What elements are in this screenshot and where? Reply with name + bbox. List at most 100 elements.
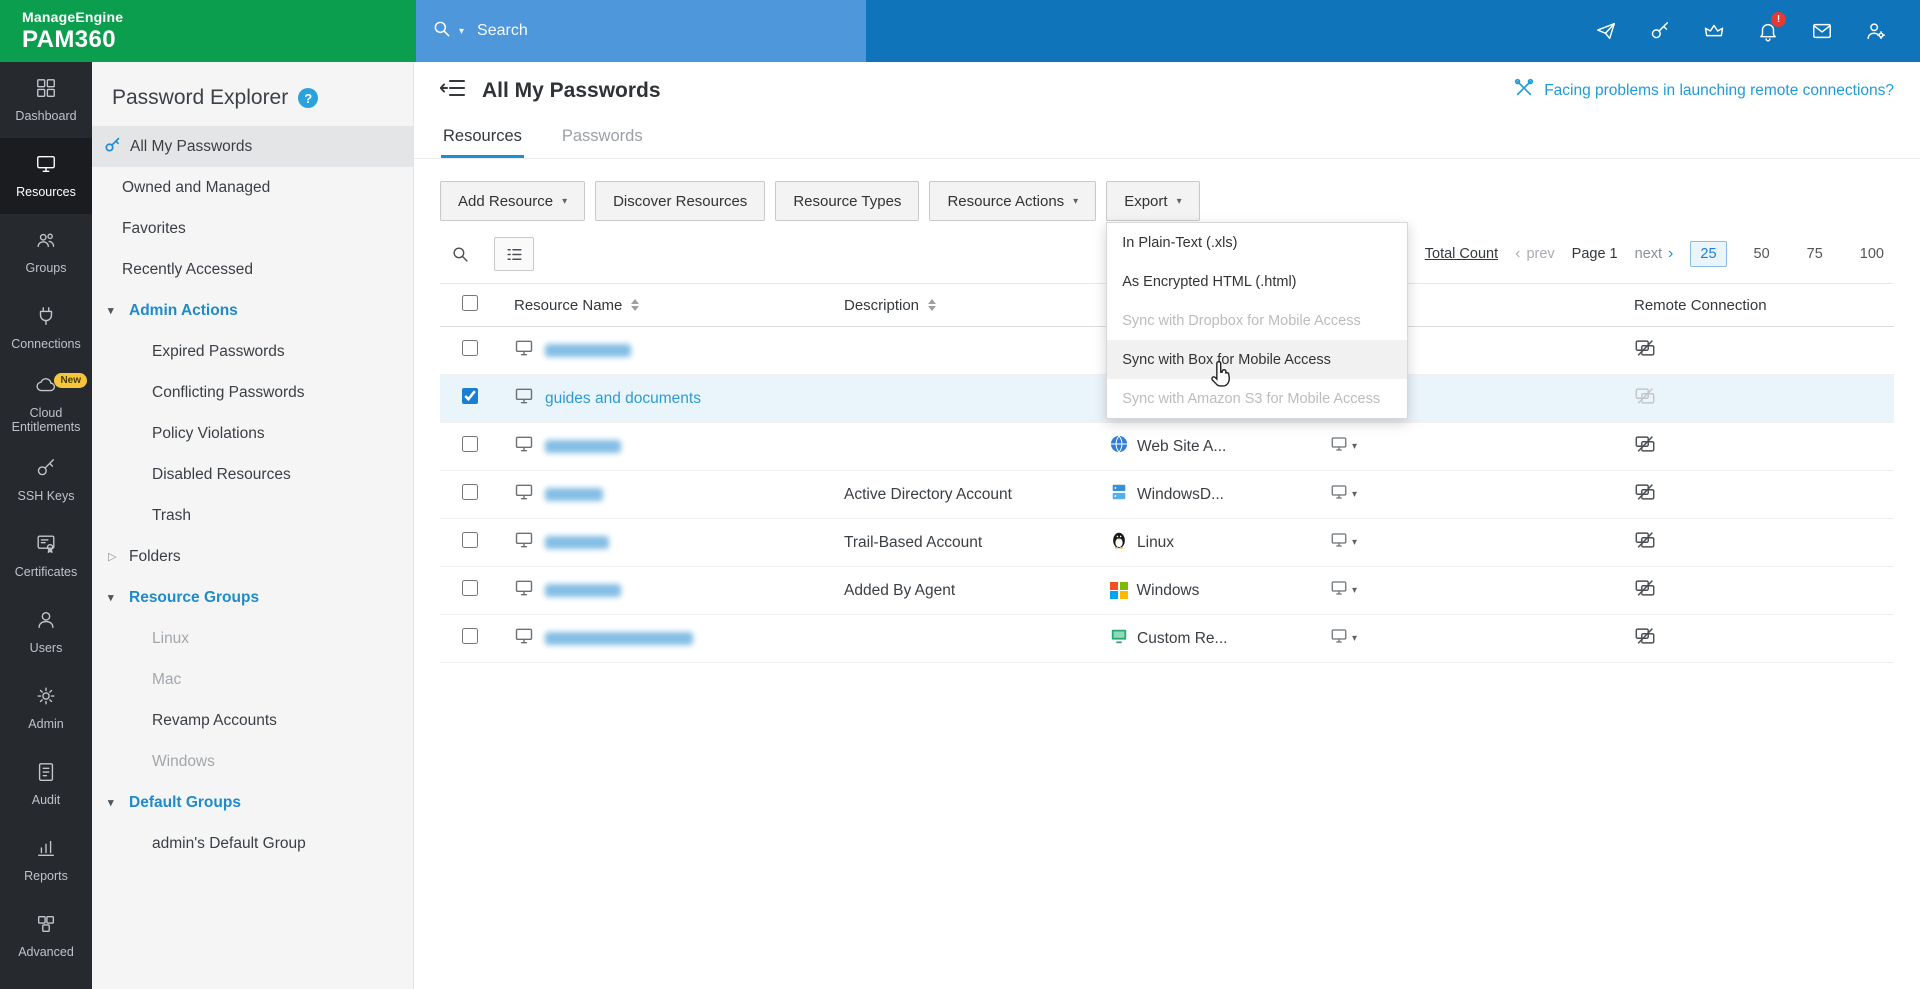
explorer-item-linux-group[interactable]: Linux xyxy=(92,618,413,659)
password-request-icon[interactable] xyxy=(1640,11,1680,51)
resource-name-redacted[interactable] xyxy=(545,344,631,357)
select-all-checkbox[interactable] xyxy=(462,295,478,311)
remote-connection-icon[interactable] xyxy=(1602,481,1894,508)
explorer-item-disabled-resources[interactable]: Disabled Resources xyxy=(92,454,413,495)
menu-item-sync-box[interactable]: Sync with Box for Mobile Access xyxy=(1107,340,1407,379)
explorer-item-windows-group[interactable]: Windows xyxy=(92,741,413,782)
explorer-item-owned-and-managed[interactable]: Owned and Managed xyxy=(92,167,413,208)
sidebar-item-certificates[interactable]: Certificates xyxy=(0,518,92,594)
notifications-bell-icon[interactable]: ! xyxy=(1748,11,1788,51)
menu-item-sync-amazon-s3[interactable]: Sync with Amazon S3 for Mobile Access xyxy=(1107,379,1407,418)
sidebar-item-groups[interactable]: Groups xyxy=(0,214,92,290)
sidebar-item-ssh-keys[interactable]: SSH Keys xyxy=(0,442,92,518)
total-count-link[interactable]: Total Count xyxy=(1425,246,1498,262)
column-header-description[interactable]: Description xyxy=(832,297,1102,314)
export-button[interactable]: Export ▾ xyxy=(1106,181,1199,221)
sidebar-item-dashboard[interactable]: Dashboard xyxy=(0,62,92,138)
quick-launch-icon[interactable] xyxy=(1586,11,1626,51)
row-checkbox[interactable] xyxy=(462,340,478,356)
resource-name-redacted[interactable] xyxy=(545,440,621,453)
menu-item-encrypted-html[interactable]: As Encrypted HTML (.html) xyxy=(1107,262,1407,301)
help-icon[interactable]: ? xyxy=(298,88,318,108)
sidebar-item-admin[interactable]: Admin xyxy=(0,670,92,746)
explorer-item-policy-violations[interactable]: Policy Violations xyxy=(92,413,413,454)
chevron-right-icon: › xyxy=(1668,245,1673,263)
resource-name-link[interactable]: guides and documents xyxy=(545,390,701,408)
remote-connection-icon[interactable] xyxy=(1602,625,1894,652)
search-scope-caret-icon[interactable]: ▾ xyxy=(459,26,464,37)
tab-passwords[interactable]: Passwords xyxy=(560,119,645,158)
explorer-item-revamp-accounts-group[interactable]: Revamp Accounts xyxy=(92,700,413,741)
accounts-dropdown[interactable]: ▾ xyxy=(1322,627,1602,650)
resource-name-redacted[interactable] xyxy=(545,536,609,549)
explorer-section-resource-groups[interactable]: ▾ Resource Groups xyxy=(92,577,413,618)
accounts-dropdown[interactable]: ▾ xyxy=(1322,579,1602,602)
row-checkbox[interactable] xyxy=(462,484,478,500)
table-search-button[interactable] xyxy=(440,237,480,271)
resource-actions-button[interactable]: Resource Actions ▾ xyxy=(929,181,1096,221)
page-size-100[interactable]: 100 xyxy=(1850,241,1894,267)
sidebar-item-users[interactable]: Users xyxy=(0,594,92,670)
explorer-section-admin-actions[interactable]: ▾ Admin Actions xyxy=(92,290,413,331)
explorer-item-trash[interactable]: Trash xyxy=(92,495,413,536)
row-checkbox[interactable] xyxy=(462,580,478,596)
remote-connection-help-link[interactable]: Facing problems in launching remote conn… xyxy=(1513,77,1894,104)
sidebar-item-connections[interactable]: Connections xyxy=(0,290,92,366)
row-checkbox[interactable] xyxy=(462,388,478,404)
tab-resources[interactable]: Resources xyxy=(441,119,524,158)
resource-name-redacted[interactable] xyxy=(545,584,621,597)
column-header-resource-name[interactable]: Resource Name xyxy=(502,297,832,314)
messages-mail-icon[interactable] xyxy=(1802,11,1842,51)
menu-item-sync-dropbox[interactable]: Sync with Dropbox for Mobile Access xyxy=(1107,301,1407,340)
description-cell: Added By Agent xyxy=(832,582,1102,600)
resource-name-redacted[interactable] xyxy=(545,488,603,501)
sidebar-item-cloud-entitlements[interactable]: New Cloud Entitlements xyxy=(0,366,92,442)
sidebar-item-advanced[interactable]: Advanced xyxy=(0,898,92,974)
explorer-item-label: Linux xyxy=(152,630,189,648)
row-checkbox[interactable] xyxy=(462,628,478,644)
accounts-dropdown[interactable]: ▾ xyxy=(1322,483,1602,506)
sidebar-item-reports[interactable]: Reports xyxy=(0,822,92,898)
current-page-label: Page 1 xyxy=(1572,246,1618,262)
table-row: Active Directory Account WindowsD... ▾ xyxy=(440,471,1894,519)
page-size-25[interactable]: 25 xyxy=(1690,241,1726,267)
explorer-item-admins-default-group[interactable]: admin's Default Group xyxy=(92,823,413,864)
explorer-item-favorites[interactable]: Favorites xyxy=(92,208,413,249)
user-icon xyxy=(35,609,57,634)
add-resource-button[interactable]: Add Resource ▾ xyxy=(440,181,585,221)
remote-connection-icon[interactable] xyxy=(1602,529,1894,556)
remote-connection-icon[interactable] xyxy=(1602,337,1894,364)
explorer-item-recently-accessed[interactable]: Recently Accessed xyxy=(92,249,413,290)
explorer-section-default-groups[interactable]: ▾ Default Groups xyxy=(92,782,413,823)
sort-icon[interactable] xyxy=(928,299,936,311)
prev-page-button[interactable]: ‹ prev xyxy=(1515,245,1555,263)
row-checkbox[interactable] xyxy=(462,436,478,452)
accounts-dropdown[interactable]: ▾ xyxy=(1322,531,1602,554)
explorer-section-folders[interactable]: ▷ Folders xyxy=(92,536,413,577)
page-size-50[interactable]: 50 xyxy=(1744,241,1780,267)
explorer-item-all-my-passwords[interactable]: All My Passwords xyxy=(92,126,413,167)
menu-item-plain-text-xls[interactable]: In Plain-Text (.xls) xyxy=(1107,223,1407,262)
sidebar-item-audit[interactable]: Audit xyxy=(0,746,92,822)
global-search-input[interactable]: ▾ Search xyxy=(416,0,866,62)
column-label: Remote Connection xyxy=(1634,297,1767,314)
accounts-dropdown[interactable]: ▾ xyxy=(1322,435,1602,458)
privileges-crown-icon[interactable] xyxy=(1694,11,1734,51)
remote-connection-icon[interactable] xyxy=(1602,577,1894,604)
explorer-item-mac-group[interactable]: Mac xyxy=(92,659,413,700)
explorer-item-expired-passwords[interactable]: Expired Passwords xyxy=(92,331,413,372)
user-account-icon[interactable] xyxy=(1856,11,1896,51)
remote-connection-icon[interactable] xyxy=(1602,433,1894,460)
page-size-75[interactable]: 75 xyxy=(1797,241,1833,267)
sidebar-item-resources[interactable]: Resources xyxy=(0,138,92,214)
collapse-panel-icon[interactable] xyxy=(440,76,466,105)
explorer-item-conflicting-passwords[interactable]: Conflicting Passwords xyxy=(92,372,413,413)
next-page-button[interactable]: next › xyxy=(1635,245,1674,263)
remote-connection-icon-disabled[interactable] xyxy=(1602,385,1894,412)
column-chooser-button[interactable] xyxy=(494,237,534,271)
sort-icon[interactable] xyxy=(631,299,639,311)
row-checkbox[interactable] xyxy=(462,532,478,548)
discover-resources-button[interactable]: Discover Resources xyxy=(595,181,765,221)
resource-types-button[interactable]: Resource Types xyxy=(775,181,919,221)
resource-name-redacted[interactable] xyxy=(545,632,693,645)
